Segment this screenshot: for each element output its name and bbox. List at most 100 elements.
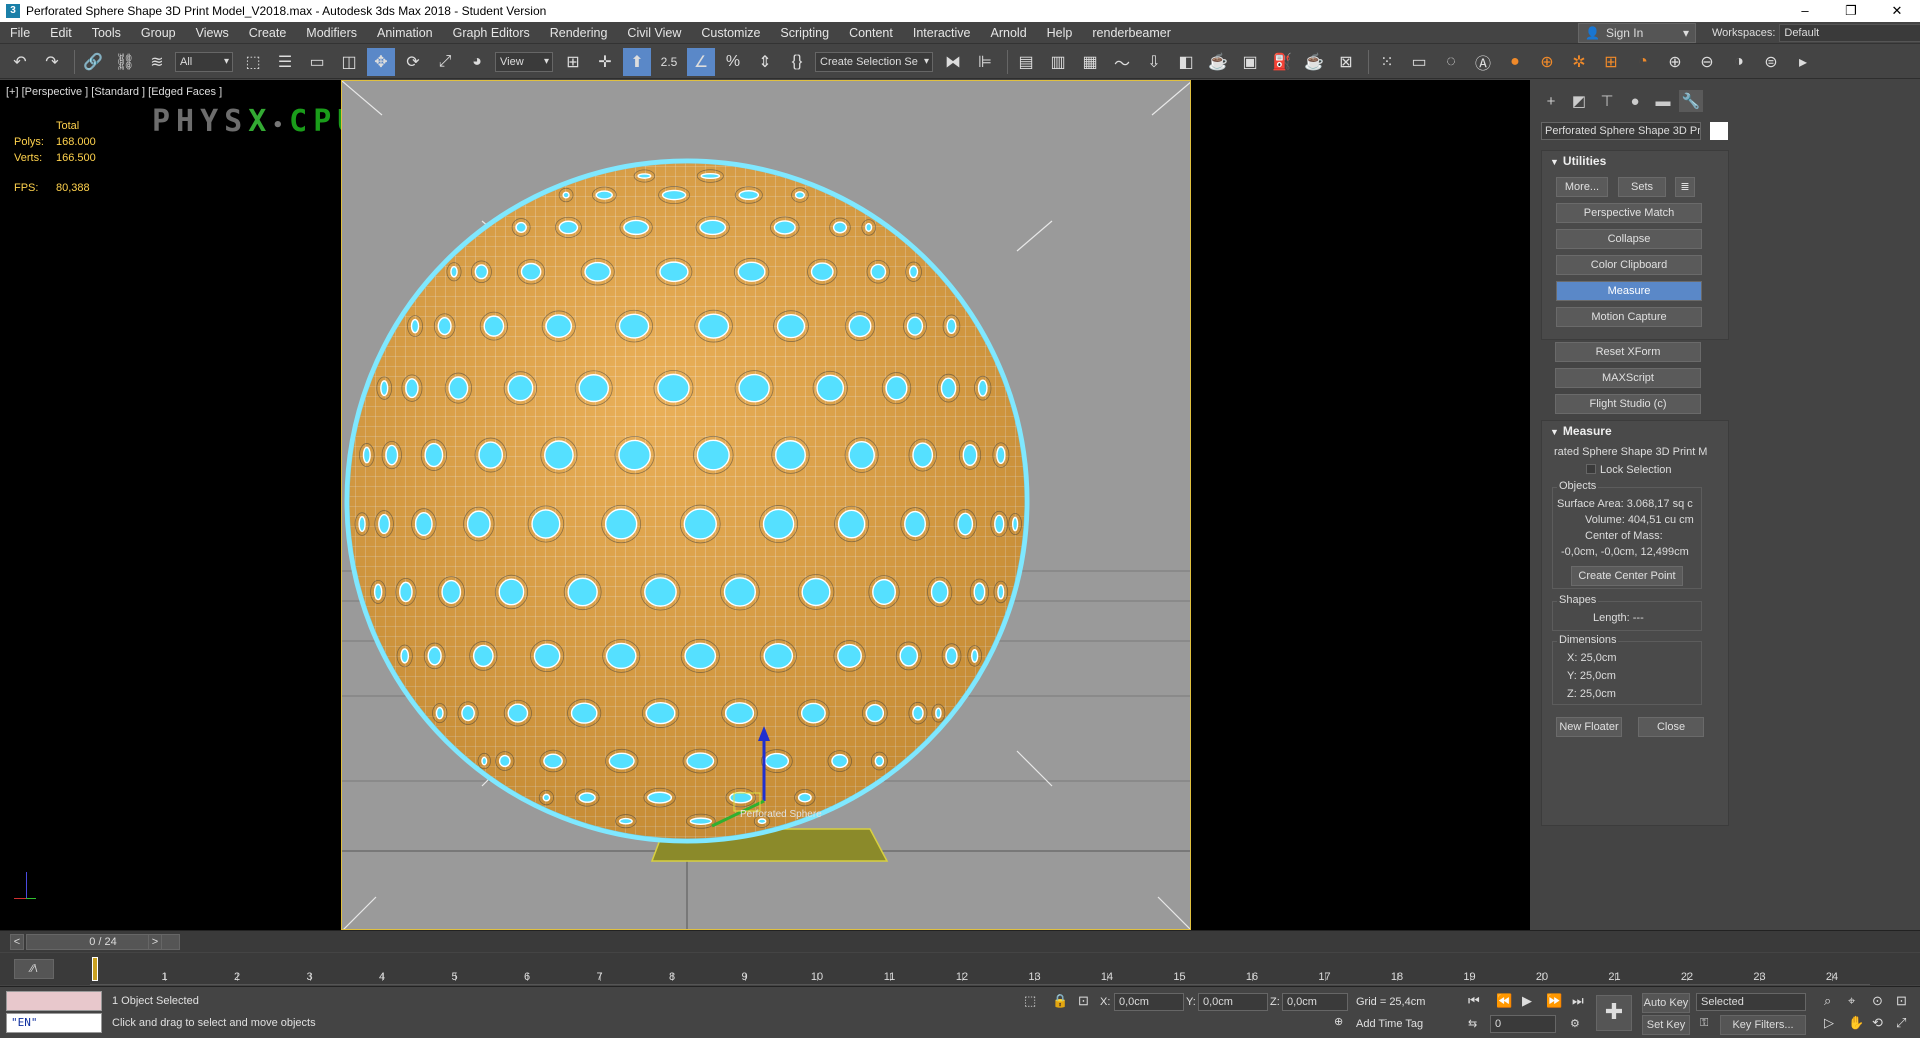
prev-frame-icon[interactable]: < [10, 934, 24, 950]
reset-xform-button[interactable]: Reset XForm [1555, 342, 1701, 362]
utilities-tab-icon[interactable]: 🔧 [1679, 90, 1703, 112]
lens-icon[interactable]: ⊖ [1693, 48, 1721, 76]
zoom-extents-icon[interactable]: ⊙ [1872, 993, 1883, 1009]
schematic-view-icon[interactable]: ◧ [1172, 48, 1200, 76]
link-icon[interactable]: 🔗 [79, 48, 107, 76]
menu-civil-view[interactable]: Civil View [617, 22, 691, 44]
time-slider[interactable]: < 0 / 24 > [0, 930, 1920, 952]
sign-in-dropdown[interactable]: 👤 Sign In ▾ [1578, 23, 1696, 43]
workspaces-dropdown[interactable]: Default [1779, 24, 1920, 42]
z-coord-field[interactable]: 0,0cm [1282, 993, 1348, 1011]
maxscript-input[interactable]: "EN" [6, 1013, 102, 1033]
hierarchy-tab-icon[interactable]: ⊤ [1595, 90, 1619, 112]
go-to-start-icon[interactable]: ⏮ [1468, 993, 1480, 1009]
select-manipulate-icon[interactable]: ✛ [591, 48, 619, 76]
create-center-point-button[interactable]: Create Center Point [1571, 566, 1683, 586]
motion-capture-button[interactable]: Motion Capture [1556, 307, 1702, 327]
display-tab-icon[interactable]: ▬ [1651, 90, 1675, 112]
grid-circle-icon[interactable]: ⊜ [1757, 48, 1785, 76]
maxscript-button[interactable]: MAXScript [1555, 368, 1701, 388]
menu-customize[interactable]: Customize [691, 22, 770, 44]
restore-button[interactable]: ❐ [1828, 0, 1874, 22]
menu-group[interactable]: Group [131, 22, 186, 44]
menu-edit[interactable]: Edit [40, 22, 82, 44]
measure-button[interactable]: Measure [1556, 281, 1702, 301]
current-frame-marker[interactable] [92, 957, 98, 981]
previous-frame-icon[interactable]: ⏪ [1496, 993, 1512, 1009]
perspective-viewport[interactable]: Perforated Sphere [341, 80, 1191, 930]
material-editor-icon[interactable]: ☕ [1204, 48, 1232, 76]
undo-icon[interactable]: ↶ [6, 48, 34, 76]
half-circle-icon[interactable]: ◑ [1725, 48, 1753, 76]
snap-icon[interactable]: 2.5 [655, 48, 683, 76]
render-sphere-icon[interactable]: ● [1501, 48, 1529, 76]
isolate-selection-icon[interactable]: ⬚ [1024, 993, 1036, 1009]
current-frame-field[interactable]: 0 [1490, 1015, 1556, 1033]
placement-icon[interactable]: ◕ [463, 48, 491, 76]
more-button[interactable]: More... [1556, 177, 1608, 197]
utilities-rollout-header[interactable]: ▼ Utilities [1542, 151, 1728, 171]
selection-filter-dropdown[interactable]: All [175, 51, 233, 72]
track-bar[interactable]: ⁄⁄\ 1 2 3 4 5 6 7 8 9 10 11 12 13 14 15 16 17 18 19 20 21 22 2… [0, 953, 1920, 985]
keyboard-shortcut-icon[interactable]: ⬆ [623, 47, 651, 76]
minimize-button[interactable]: – [1782, 0, 1828, 22]
mini-curve-editor-icon[interactable]: ⁄⁄\ [14, 959, 54, 979]
mirror-icon[interactable]: ⧓ [939, 48, 967, 76]
select-by-name-icon[interactable]: ☰ [271, 48, 299, 76]
menu-content[interactable]: Content [839, 22, 903, 44]
rendered-frame-icon[interactable]: ⛽ [1268, 48, 1296, 76]
ribbon-icon[interactable]: ▥ [1044, 48, 1072, 76]
go-to-end-icon[interactable]: ⏭ [1572, 993, 1584, 1009]
scale-icon[interactable]: ⤢ [431, 48, 459, 76]
render-moon-icon[interactable]: ◔ [1629, 48, 1657, 76]
lock-selection-checkbox[interactable]: Lock Selection [1586, 464, 1672, 476]
key-filters-button[interactable]: Key Filters... [1720, 1015, 1806, 1035]
menu-animation[interactable]: Animation [367, 22, 443, 44]
named-selection-sets-dropdown[interactable]: Create Selection Se [815, 51, 933, 72]
zoom-extents-all-icon[interactable]: ⊡ [1896, 993, 1907, 1009]
selection-lock-icon[interactable]: 🔒 [1052, 993, 1068, 1009]
render-globe-icon[interactable]: ⊕ [1533, 48, 1561, 76]
color-clipboard-button[interactable]: Color Clipboard [1556, 255, 1702, 275]
menu-scripting[interactable]: Scripting [770, 22, 839, 44]
object-color-swatch[interactable] [1710, 122, 1728, 140]
menu-create[interactable]: Create [239, 22, 297, 44]
flight-studio-button[interactable]: Flight Studio (c) [1555, 394, 1701, 414]
frame-ruler[interactable]: 1 2 3 4 5 6 7 8 9 10 11 12 13 14 15 16 17 18 19 20 21 22 23 24 [90, 953, 1870, 985]
render-icon[interactable]: ☕ [1300, 48, 1328, 76]
create-tab-icon[interactable]: + [1539, 90, 1563, 112]
next-frame-icon[interactable]: > [148, 934, 162, 950]
collapse-button[interactable]: Collapse [1556, 229, 1702, 249]
rotate-icon[interactable]: ⟳ [399, 48, 427, 76]
redo-icon[interactable]: ↷ [38, 48, 66, 76]
next-frame-icon[interactable]: ⏩ [1546, 993, 1562, 1009]
absolute-mode-icon[interactable]: ⊡ [1078, 993, 1089, 1009]
modify-tab-icon[interactable]: ◩ [1567, 90, 1591, 112]
maxscript-listener[interactable] [6, 991, 102, 1011]
menu-arnold[interactable]: Arnold [981, 22, 1037, 44]
arnold-icon[interactable]: Ⓐ [1469, 48, 1497, 76]
pivot-icon[interactable]: ⊞ [559, 48, 587, 76]
new-floater-button[interactable]: New Floater [1556, 717, 1622, 737]
render-iterative-icon[interactable]: ⊠ [1332, 48, 1360, 76]
menu-views[interactable]: Views [186, 22, 239, 44]
maximize-viewport-icon[interactable]: ⤢ [1896, 1015, 1906, 1031]
isolate-icon[interactable]: ◌ [1437, 48, 1465, 76]
percent-snap-icon[interactable]: % [719, 48, 747, 76]
key-selection-dropdown[interactable]: Selected [1696, 993, 1806, 1011]
pan-icon[interactable]: ✋ [1848, 1015, 1864, 1031]
viewport-label[interactable]: [+] [Perspective ] [Standard ] [Edged Fa… [6, 86, 222, 98]
menu-modifiers[interactable]: Modifiers [296, 22, 367, 44]
motion-tab-icon[interactable]: ● [1623, 90, 1647, 112]
time-config-icon[interactable]: ⚙ [1570, 1017, 1580, 1030]
fov-icon[interactable]: ▷ [1824, 1015, 1834, 1031]
configure-sets-icon[interactable]: ≣ [1675, 177, 1695, 197]
y-coord-field[interactable]: 0,0cm [1198, 993, 1268, 1011]
set-key-button[interactable]: Set Key [1642, 1015, 1690, 1035]
reference-coordinate-dropdown[interactable]: View [495, 51, 553, 72]
measure-rollout-header[interactable]: ▼ Measure [1542, 421, 1728, 441]
orbit-icon[interactable]: ⟲ [1872, 1015, 1883, 1031]
select-object-icon[interactable]: ⬚ [239, 48, 267, 76]
angle-snap-icon[interactable]: ∠ [687, 47, 715, 76]
window-crossing-icon[interactable]: ◫ [335, 48, 363, 76]
